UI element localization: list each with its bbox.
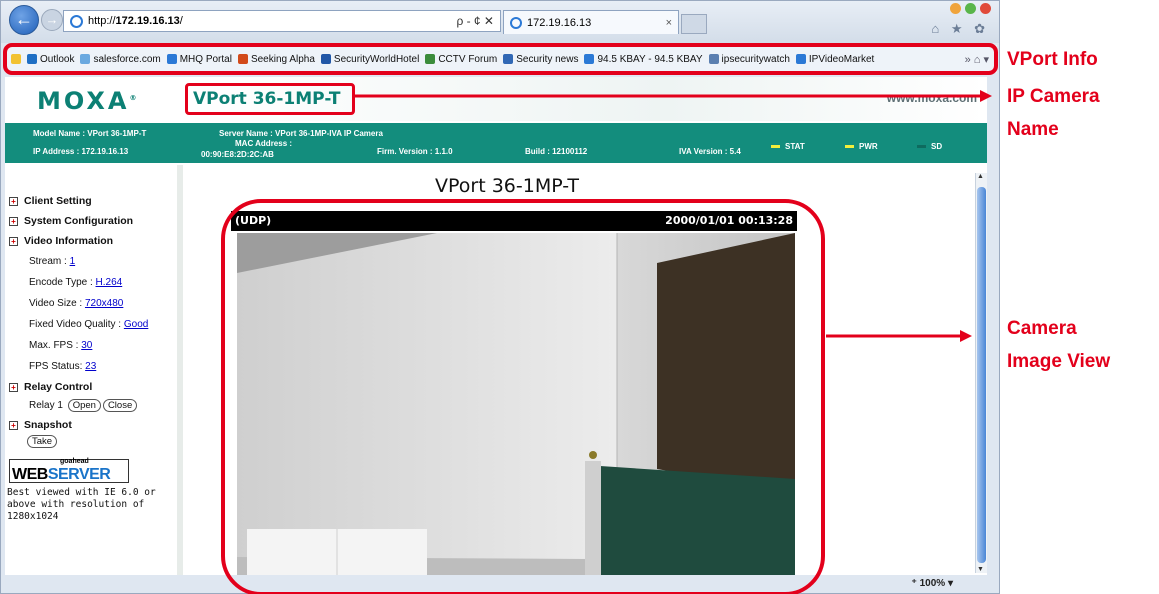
max-fps-row: Max. FPS : 30 — [29, 340, 93, 351]
mac-address-value: 00:90:E8:2D:2C:AB — [201, 150, 274, 159]
best-viewed-note: Best viewed with IE 6.0 or above with re… — [7, 487, 156, 522]
max-fps-link[interactable]: 30 — [81, 340, 92, 351]
camera-name-highlight — [185, 83, 355, 115]
menu-system-configuration[interactable]: + System Configuration — [9, 215, 133, 227]
iva-version: IVA Version : 5.4 — [679, 147, 741, 156]
fps-status-link[interactable]: 23 — [85, 361, 96, 372]
ie-page-icon — [70, 14, 83, 28]
callout-camera-image-line2: Image View — [1007, 351, 1111, 372]
address-tools-icon[interactable]: ρ - ¢ ✕ — [456, 14, 494, 28]
video-size-link[interactable]: 720x480 — [85, 298, 123, 309]
zoom-icon: ⁺ — [911, 578, 917, 589]
arrow-right-icon: → — [45, 12, 59, 27]
relay-open-button[interactable]: Open — [67, 399, 101, 412]
snapshot-take-button[interactable]: Take — [27, 435, 58, 448]
stream-link[interactable]: 1 — [70, 256, 76, 267]
main-title: VPort 36-1MP-T — [435, 175, 579, 197]
menu-video-information[interactable]: + Video Information — [9, 235, 113, 247]
sidebar: + Client Setting + System Configuration + V… — [5, 165, 183, 575]
mac-address-label: MAC Address : — [235, 139, 293, 148]
stat-led — [771, 145, 780, 148]
build: Build : 12100112 — [525, 147, 588, 156]
callout-camera-image-line1: Camera — [1007, 318, 1077, 339]
ie-tab-icon — [510, 16, 522, 29]
moxa-url[interactable]: www.moxa.com — [887, 91, 977, 105]
close-tab-icon[interactable]: × — [666, 17, 672, 29]
tab-title: 172.19.16.13 — [527, 16, 592, 29]
scrollbar-thumb[interactable] — [977, 187, 986, 563]
zoom-level[interactable]: ⁺ 100% ▾ — [912, 578, 953, 589]
callout-ip-camera-line2: Name — [1007, 119, 1059, 140]
ip-address: IP Address : 172.19.16.13 — [33, 147, 129, 156]
fps-status-row: FPS Status: 23 — [29, 361, 97, 372]
browser-titlebar: ← → http://172.19.16.13/ ρ - ¢ ✕ 172.19.… — [1, 1, 999, 43]
vport-info-highlight — [3, 43, 998, 75]
encode-type-link[interactable]: H.264 — [96, 277, 123, 288]
menu-snapshot[interactable]: + Snapshot — [9, 419, 72, 431]
sd-label: SD — [931, 142, 943, 151]
vertical-scrollbar[interactable]: ▲ ▼ — [975, 173, 987, 573]
minimize-icon[interactable] — [950, 3, 961, 14]
back-button[interactable]: ← — [9, 5, 39, 35]
pwr-led — [845, 145, 854, 148]
video-size-row: Video Size : 720x480 — [29, 298, 124, 309]
expand-icon: + — [9, 196, 18, 206]
video-quality-link[interactable]: Good — [124, 319, 148, 330]
device-info-bar: Model Name : VPort 36-1MP-T IP Address :… — [5, 123, 987, 163]
stream-row: Stream : 1 — [29, 256, 76, 267]
goahead-webserver-logo: goahead WEBSERVER — [9, 458, 129, 483]
scroll-down-icon[interactable]: ▼ — [977, 566, 984, 573]
page-header: MOXA® VPort 36-1MP-T www.moxa.com — [5, 77, 987, 121]
video-quality-row: Fixed Video Quality : Good — [29, 319, 149, 330]
expand-icon: + — [9, 382, 18, 392]
relay-close-button[interactable]: Close — [102, 399, 138, 412]
expand-icon: + — [9, 236, 18, 246]
arrow-left-icon: ← — [15, 9, 33, 29]
close-window-icon[interactable] — [980, 3, 991, 14]
callout-vport-info: VPort Info — [1007, 49, 1098, 70]
camera-image-view-highlight — [221, 199, 825, 594]
browser-tab[interactable]: 172.19.16.13 × — [503, 10, 679, 34]
moxa-logo: MOXA® — [37, 87, 140, 115]
sd-led — [917, 145, 926, 148]
expand-icon: + — [9, 420, 18, 430]
forward-button[interactable]: → — [41, 9, 63, 31]
pwr-label: PWR — [859, 142, 878, 151]
new-tab-button[interactable] — [681, 14, 707, 34]
menu-client-setting[interactable]: + Client Setting — [9, 195, 92, 207]
window-controls — [950, 3, 991, 14]
menu-relay-control[interactable]: + Relay Control — [9, 381, 92, 393]
stat-label: STAT — [785, 142, 805, 151]
expand-icon: + — [9, 216, 18, 226]
relay-row: Relay 1 Open Close — [29, 399, 138, 412]
firmware-version: Firm. Version : 1.1.0 — [377, 147, 453, 156]
scroll-up-icon[interactable]: ▲ — [977, 173, 984, 180]
maximize-icon[interactable] — [965, 3, 976, 14]
callout-ip-camera-line1: IP Camera — [1007, 86, 1100, 107]
encode-type-row: Encode Type : H.264 — [29, 277, 123, 288]
address-bar[interactable]: http://172.19.16.13/ ρ - ¢ ✕ — [63, 10, 501, 32]
home-favorites-tools-icons[interactable]: ⌂ ★ ✿ — [931, 21, 989, 37]
snapshot-row: Take — [25, 435, 58, 448]
address-url[interactable]: http://172.19.16.13/ — [88, 15, 183, 27]
server-name: Server Name : VPort 36-1MP-IVA IP Camera — [219, 129, 383, 138]
model-name: Model Name : VPort 36-1MP-T — [33, 129, 147, 138]
